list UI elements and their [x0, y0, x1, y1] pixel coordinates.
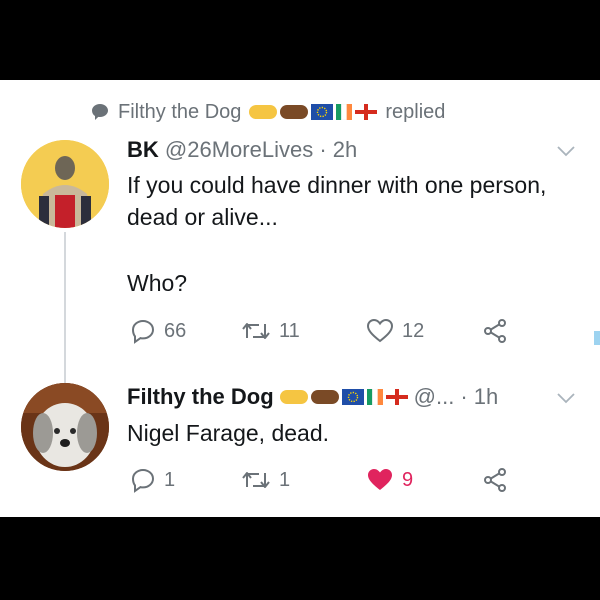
england-flag-icon	[385, 389, 408, 405]
ireland-flag-icon	[366, 389, 383, 405]
retweet-button[interactable]: 11	[241, 318, 300, 344]
share-icon	[484, 319, 506, 343]
emoji-flags	[249, 104, 378, 120]
tweet-header: Filthy the Dog @... · 1h	[127, 384, 498, 410]
ireland-flag-icon	[336, 104, 353, 120]
scroll-indicator	[594, 331, 600, 345]
share-icon	[484, 468, 506, 492]
eu-flag-icon	[311, 104, 334, 120]
author-name[interactable]: BK	[127, 137, 159, 162]
fist-emoji-icon	[280, 105, 309, 119]
tweet-time[interactable]: · 2h	[319, 137, 357, 162]
tweet-text-line: Nigel Farage, dead.	[127, 420, 330, 446]
reply-count: 66	[164, 319, 187, 342]
fist-emoji-icon	[279, 390, 308, 404]
retweet-count: 1	[279, 468, 291, 491]
tweet-text-line: If you could have dinner with one person…	[127, 172, 547, 198]
speech-bubble-icon	[92, 104, 108, 120]
chevron-down-icon[interactable]	[556, 145, 576, 157]
share-button[interactable]	[482, 318, 508, 344]
avatar[interactable]	[21, 140, 109, 228]
chevron-down-icon[interactable]	[556, 392, 576, 404]
replied-verb: replied	[385, 100, 446, 123]
retweet-icon	[242, 472, 270, 488]
tweet-text: If you could have dinner with one person…	[127, 169, 546, 233]
like-button[interactable]: 9	[366, 467, 413, 493]
tweet-text-line: Who?	[127, 270, 188, 296]
replied-context: Filthy the Dog replied	[90, 100, 445, 124]
retweet-button[interactable]: 1	[241, 467, 290, 493]
like-count: 12	[402, 319, 425, 342]
reply-count: 1	[164, 468, 176, 491]
author-handle[interactable]: @26MoreLives	[165, 137, 313, 162]
tweet-text-line: dead or alive...	[127, 204, 278, 230]
retweet-icon	[242, 323, 270, 339]
tweet-text: Who?	[127, 267, 187, 299]
reply-button[interactable]: 66	[130, 318, 186, 344]
replied-user-name[interactable]: Filthy the Dog	[118, 101, 241, 124]
heart-icon	[368, 469, 392, 490]
retweet-count: 11	[279, 319, 300, 342]
share-button[interactable]	[482, 467, 508, 493]
avatar[interactable]	[21, 383, 109, 471]
fist-emoji-icon	[310, 390, 339, 404]
tweet-header: BK @26MoreLives · 2h	[127, 137, 357, 163]
heart-icon	[366, 318, 394, 343]
tweet-time[interactable]: · 1h	[460, 384, 498, 410]
author-name[interactable]: Filthy the Dog	[127, 384, 274, 410]
like-button[interactable]: 12	[366, 318, 424, 344]
england-flag-icon	[355, 104, 378, 120]
like-count: 9	[402, 468, 414, 491]
tweet-card: Filthy the Dog replied BK @26MoreLives ·…	[0, 80, 600, 517]
author-handle[interactable]: @...	[414, 384, 455, 410]
eu-flag-icon	[341, 389, 364, 405]
fist-emoji-icon	[249, 105, 278, 119]
reply-icon	[131, 468, 155, 493]
reply-icon	[131, 319, 155, 344]
tweet-text: Nigel Farage, dead.	[127, 417, 329, 449]
reply-button[interactable]: 1	[130, 467, 175, 493]
emoji-flags	[279, 389, 408, 405]
